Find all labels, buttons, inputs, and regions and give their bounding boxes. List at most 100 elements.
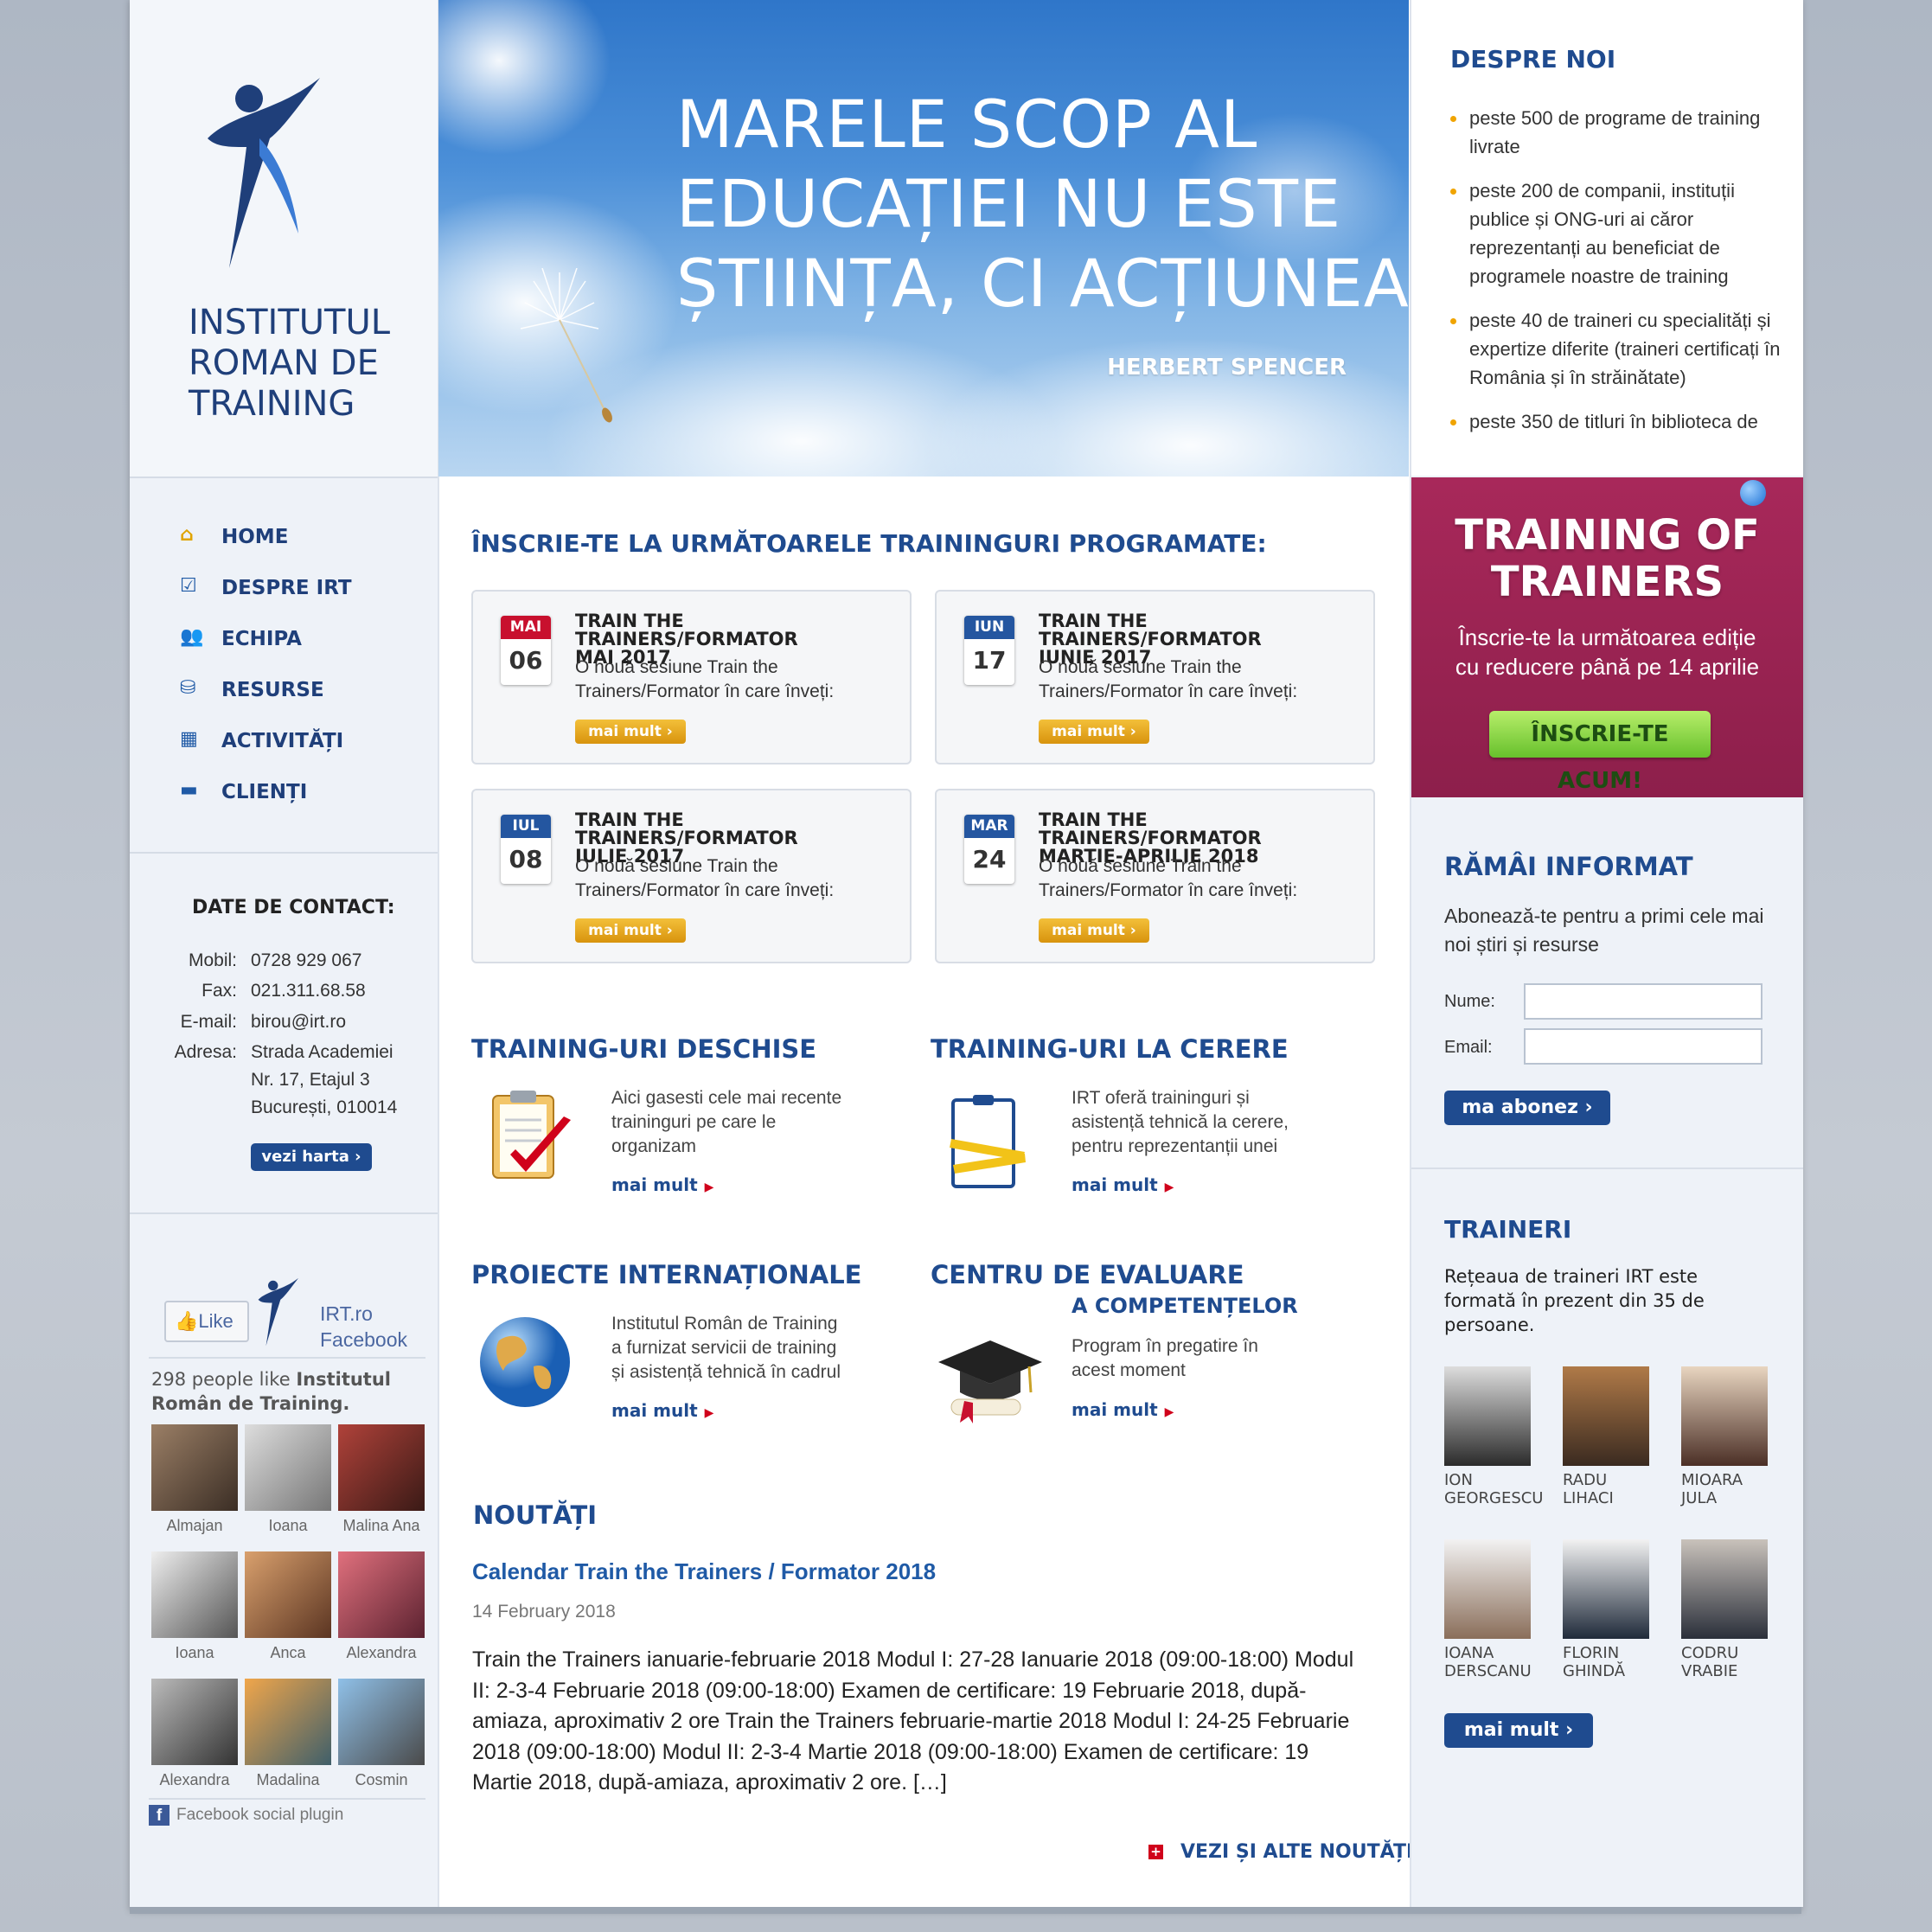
quote-line-3: ȘTIINȚA, CI ACȚIUNEA [676,245,1409,322]
trainer-card[interactable]: FLORIN GHINDĂ [1563,1539,1667,1680]
trainer-card[interactable]: ION GEORGESCU [1444,1366,1548,1507]
label: E-mail: [180,1012,237,1032]
email-label: Email: [1444,1038,1493,1057]
fan-name[interactable]: Madalina [240,1771,336,1789]
text-line: Aici gasesti cele mai recente [611,1088,842,1108]
more-button[interactable]: mai mult › [575,918,686,943]
name-input[interactable] [1524,983,1762,1020]
training-card[interactable]: MAI 06 TRAIN THE TRAINERS/FORMATOR MAI 201… [471,590,912,764]
fan-avatar[interactable] [151,1424,238,1511]
about-title: DESPRE NOI [1450,45,1616,74]
text-line: Program în pregatire în [1072,1336,1258,1356]
fan-avatar[interactable] [245,1424,331,1511]
value[interactable]: 0728 929 067 [251,950,361,971]
page: INSTITUTUL ROMAN DE TRAINING ⌂ HOME ☑ DE… [130,0,1803,1911]
quote-line-2: EDUCAȚIEI NU ESTE [676,165,1342,242]
more-button[interactable]: mai mult › [1039,918,1149,943]
news-post-title[interactable]: Calendar Train the Trainers / Formator 2… [472,1558,936,1585]
right-sidebar: DESPRE NOI peste 500 de programe de trai… [1410,0,1803,1907]
more-button[interactable]: mai mult › [575,720,686,744]
more-button[interactable]: mai mult › [1039,720,1149,744]
training-card[interactable]: MAR 24 TRAIN THE TRAINERS/FORMATOR MARTIE-… [935,789,1375,963]
promo-subtitle-line: cu reducere până pe 14 aprilie [1455,654,1760,680]
more-news-label: VEZI ȘI ALTE NOUTĂȚI [1180,1841,1414,1863]
training-of-trainers-promo[interactable]: TRAINING OF TRAINERS Înscrie-te la următo… [1411,477,1803,797]
map-button[interactable]: vezi harta › [251,1143,372,1171]
fan-avatar[interactable] [151,1551,238,1638]
facebook-page-name[interactable]: IRT.ro Facebook [320,1301,407,1353]
fan-avatar[interactable] [245,1679,331,1765]
logo-text: INSTITUTUL ROMAN DE TRAINING [189,303,390,425]
fan-name[interactable]: Almajan [147,1517,242,1535]
fan-name[interactable]: Alexandra [334,1644,429,1662]
title-line: TRAIN THE TRAINERS/FORMATOR [1039,809,1262,848]
fan-avatar[interactable] [338,1679,425,1765]
calendar-icon: ▦ [180,728,198,750]
about-item: peste 350 de titluri în biblioteca de [1430,407,1785,436]
international-more-link[interactable]: mai mult ▶ [611,1400,713,1421]
trainer-card[interactable]: RADU LIHACI [1563,1366,1667,1507]
name-line: DERSCANU [1444,1662,1532,1680]
name-line: JULA [1681,1489,1718,1507]
trainers-more-button[interactable]: mai mult › [1444,1713,1593,1748]
text-line: a furnizat servicii de training [611,1338,837,1358]
fan-name[interactable]: Cosmin [334,1771,429,1789]
fan-name[interactable]: Malina Ana [334,1517,429,1535]
register-now-button[interactable]: ÎNSCRIE-TE ACUM! [1489,711,1711,794]
hero-quote: MARELE SCOP AL EDUCAȚIEI NU ESTE ȘTIINȚA… [676,85,1409,323]
promo-subtitle-line: Înscrie-te la următoarea ediție [1458,624,1756,650]
promo-title-line: TRAINING OF [1455,511,1760,560]
fan-name[interactable]: Ioana [147,1644,242,1662]
hero-banner: MARELE SCOP AL EDUCAȚIEI NU ESTE ȘTIINȚA… [438,0,1409,477]
calendar-date-badge: IUN 17 [964,616,1014,685]
page-name-line: IRT.ro [320,1302,373,1325]
training-card[interactable]: IUN 17 TRAIN THE TRAINERS/FORMATOR IUNIE 2… [935,590,1375,764]
fan-name[interactable]: Alexandra [147,1771,242,1789]
fan-name[interactable]: Ioana [240,1517,336,1535]
email-input[interactable] [1524,1028,1762,1065]
trainer-card[interactable]: MIOARA JULA [1681,1366,1785,1507]
page-footer-strip [130,1907,1801,1914]
trainer-card[interactable]: IOANA DERSCANU [1444,1539,1548,1680]
promo-title: TRAINING OF TRAINERS [1411,512,1803,605]
irt-logo-small-icon [258,1277,298,1347]
about-item: peste 500 de programe de training livrat… [1430,104,1785,161]
news-title: NOUTĂȚI [473,1500,598,1530]
facebook-like-button[interactable]: 👍Like [164,1301,249,1342]
fan-avatar[interactable] [151,1679,238,1765]
fan-avatar[interactable] [338,1424,425,1511]
fan-avatar[interactable] [338,1551,425,1638]
page-name-line: Facebook [320,1328,408,1351]
open-trainings-text: Aici gasesti cele mai recente trainingur… [611,1086,841,1159]
evaluation-more-link[interactable]: mai mult ▶ [1072,1399,1174,1420]
name-line: CODRU [1681,1644,1739,1662]
text-line: acest moment [1072,1360,1186,1380]
label: Adresa: [174,1042,237,1062]
international-projects-title[interactable]: PROIECTE INTERNAȚIONALE [471,1260,861,1289]
evaluation-center-title[interactable]: CENTRU DE EVALUARE [931,1260,1244,1289]
fan-avatar[interactable] [245,1551,331,1638]
ondemand-more-link[interactable]: mai mult ▶ [1072,1174,1174,1195]
email-link[interactable]: birou@irt.ro [251,1012,346,1033]
about-list: peste 500 de programe de training livrat… [1430,104,1785,451]
newsletter-title: RĂMÂI INFORMAT [1444,852,1693,881]
value: Nr. 17, Etajul 3 [251,1070,370,1090]
trainer-card[interactable]: CODRU VRABIE [1681,1539,1785,1680]
name-line: RADU [1563,1471,1608,1489]
open-trainings-more-link[interactable]: mai mult ▶ [611,1174,713,1195]
clipboard-check-icon [492,1091,571,1179]
text-line: pentru reprezentanții unei [1072,1136,1278,1156]
open-trainings-title[interactable]: TRAINING-URI DESCHISE [471,1034,816,1064]
ondemand-trainings-title[interactable]: TRAINING-URI LA CERERE [931,1034,1289,1064]
date-month: MAR [964,815,1014,838]
subscribe-button[interactable]: ma abonez › [1444,1091,1610,1125]
plus-icon: + [1148,1845,1163,1859]
facebook-plugin-credit[interactable]: f Facebook social plugin [149,1805,343,1826]
international-projects-text: Institutul Român de Training a furnizat … [611,1312,841,1385]
calendar-date-badge: MAR 24 [964,815,1014,884]
logo[interactable]: INSTITUTUL ROMAN DE TRAINING [130,0,438,478]
training-card[interactable]: IUL 08 TRAIN THE TRAINERS/FORMATOR IULIE 2… [471,789,912,963]
more-news-link[interactable]: + VEZI ȘI ALTE NOUTĂȚI [1148,1841,1413,1863]
trainer-name: FLORIN GHINDĂ [1563,1644,1667,1680]
fan-name[interactable]: Anca [240,1644,336,1662]
